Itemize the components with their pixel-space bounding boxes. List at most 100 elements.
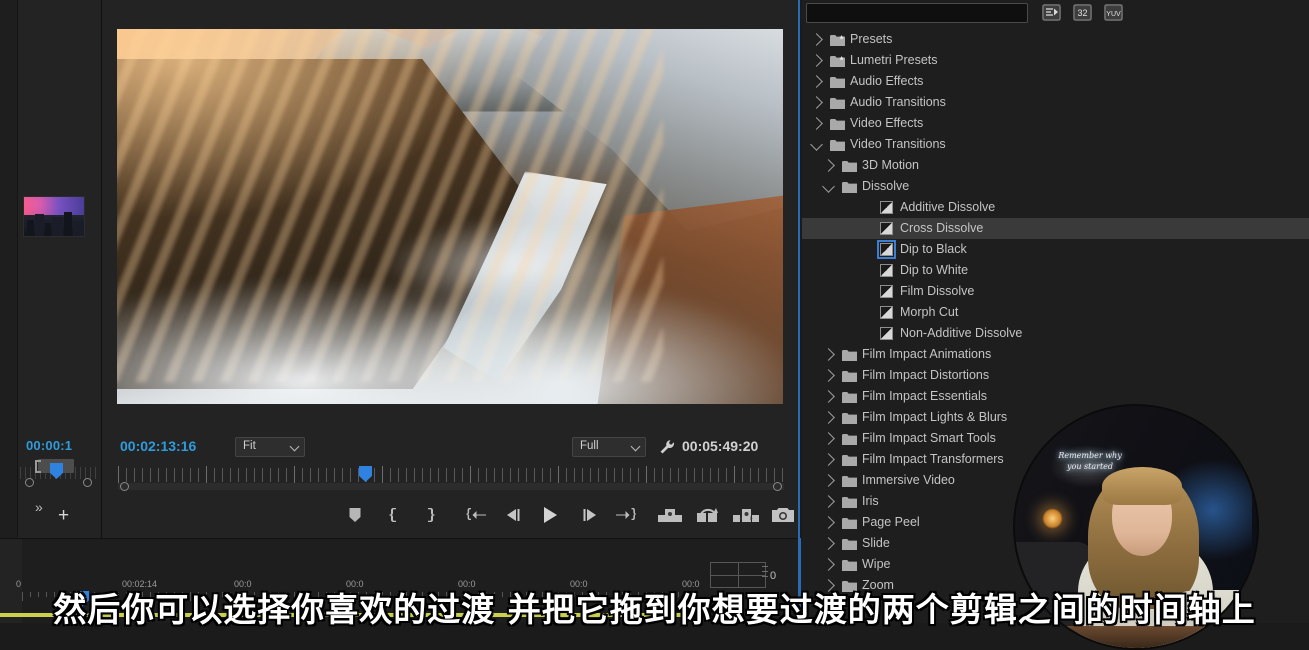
- effect-item[interactable]: Morph Cut: [802, 302, 1309, 323]
- neon-sign-text: Remember why you started: [1058, 450, 1122, 471]
- source-timecode[interactable]: 00:00:1: [26, 438, 98, 453]
- go-to-in-button[interactable]: [463, 498, 491, 532]
- folder-icon: [830, 138, 845, 151]
- wrench-icon[interactable]: [657, 437, 677, 457]
- effect-item[interactable]: Dip to White32YUV: [802, 260, 1309, 281]
- program-current-timecode[interactable]: 00:02:13:16: [120, 438, 196, 454]
- transition-effect-icon[interactable]: [880, 327, 893, 340]
- chevron-down-icon: [289, 441, 300, 452]
- effect-folder-label: Video Transitions: [850, 137, 946, 151]
- transition-effect-icon[interactable]: [880, 306, 893, 319]
- thumbnail-building: [52, 217, 63, 236]
- preview-fog-lower-right: [316, 276, 783, 404]
- effect-folder-item[interactable]: Video Transitions: [802, 134, 1309, 155]
- program-scrubber-track[interactable]: [118, 483, 784, 490]
- camera-icon[interactable]: [769, 498, 797, 532]
- chevron-right-icon[interactable]: [822, 369, 835, 382]
- effect-folder-label: Film Impact Essentials: [862, 389, 988, 403]
- effect-item-label: Dip to White: [900, 263, 969, 277]
- playback-resolution-value: Full: [580, 440, 599, 452]
- mark-in-button[interactable]: [381, 498, 409, 532]
- extract-button[interactable]: [694, 498, 722, 532]
- effect-folder-item[interactable]: Film Impact Essentials: [802, 386, 1309, 407]
- effect-folder-label: Lumetri Presets: [850, 53, 938, 67]
- effect-folder-item[interactable]: Audio Effects: [802, 71, 1309, 92]
- chevron-right-icon[interactable]: [822, 348, 835, 361]
- chevron-right-icon[interactable]: [822, 453, 835, 466]
- panel-left-edge: [0, 0, 18, 538]
- effect-folder-item[interactable]: Film Impact Distortions: [802, 365, 1309, 386]
- chevron-right-icon[interactable]: [822, 537, 835, 550]
- chevron-right-icon[interactable]: [810, 96, 823, 109]
- folder-icon: [842, 495, 857, 508]
- export-frame-button[interactable]: [732, 498, 760, 532]
- effect-item-label: Non-Additive Dissolve: [900, 326, 1023, 340]
- chevron-right-icon[interactable]: [822, 495, 835, 508]
- source-scrubber[interactable]: [20, 459, 98, 487]
- play-stop-button[interactable]: [536, 498, 564, 532]
- subtitle-caption: 然后你可以选择你喜欢的过渡 并把它拖到你想要过渡的两个剪辑之间的时间轴上: [52, 589, 1256, 630]
- program-scrubber[interactable]: [118, 465, 784, 493]
- effect-folder-item[interactable]: Lumetri Presets: [802, 50, 1309, 71]
- step-forward-button[interactable]: [575, 498, 603, 532]
- 32bit-color-filter[interactable]: 32: [1073, 4, 1092, 21]
- zoom-level-select[interactable]: Fit: [235, 437, 305, 457]
- playback-resolution-select[interactable]: Full: [572, 437, 646, 457]
- source-button-editor-add[interactable]: +: [58, 506, 69, 525]
- chevron-down-icon[interactable]: [810, 138, 823, 151]
- effect-folder-label: Audio Transitions: [850, 95, 946, 109]
- effect-folder-item[interactable]: 3D Motion: [802, 155, 1309, 176]
- effect-folder-item[interactable]: Presets: [802, 29, 1309, 50]
- effect-folder-item[interactable]: Video Effects: [802, 113, 1309, 134]
- folder-icon: [830, 33, 845, 46]
- folder-icon: [842, 432, 857, 445]
- transition-effect-icon[interactable]: [877, 240, 896, 259]
- zoom-level-value: Fit: [243, 440, 256, 452]
- search-input[interactable]: [806, 3, 1028, 23]
- effect-item[interactable]: Cross Dissolve32YUV: [802, 218, 1309, 239]
- accelerated-effect-filter[interactable]: [1042, 4, 1061, 21]
- chevron-right-icon[interactable]: [822, 474, 835, 487]
- mark-out-button[interactable]: [415, 498, 443, 532]
- transition-effect-icon[interactable]: [880, 285, 893, 298]
- chevron-down-icon[interactable]: [822, 180, 835, 193]
- source-clip-thumbnail[interactable]: [23, 196, 85, 237]
- effect-folder-item[interactable]: Audio Transitions: [802, 92, 1309, 113]
- effect-folder-item[interactable]: Dissolve: [802, 176, 1309, 197]
- effect-item[interactable]: Non-Additive Dissolve: [802, 323, 1309, 344]
- effect-folder-label: Presets: [850, 32, 893, 46]
- audio-meter-zero-label: 0: [770, 570, 777, 582]
- effect-item-label: Cross Dissolve: [900, 221, 984, 235]
- source-zoom-handle-right[interactable]: [83, 478, 92, 487]
- transition-effect-icon[interactable]: [880, 222, 893, 235]
- transition-effect-icon[interactable]: [880, 264, 893, 277]
- lift-button[interactable]: [656, 498, 684, 532]
- chevron-right-icon[interactable]: [822, 558, 835, 571]
- program-video-preview[interactable]: [117, 29, 783, 404]
- chevron-right-icon[interactable]: [822, 411, 835, 424]
- go-to-out-button[interactable]: [611, 498, 639, 532]
- chevron-right-icon[interactable]: [822, 390, 835, 403]
- chevron-right-icon[interactable]: [822, 432, 835, 445]
- effect-item[interactable]: Film Dissolve32YUV: [802, 281, 1309, 302]
- step-back-button[interactable]: [500, 498, 528, 532]
- program-zoom-handle-left[interactable]: [120, 482, 129, 491]
- source-monitor-panel: 00:00:1 » +: [0, 0, 102, 538]
- add-marker-button[interactable]: [341, 498, 369, 532]
- program-duration-timecode[interactable]: 00:05:49:20: [682, 438, 758, 454]
- effect-item[interactable]: Additive Dissolve: [802, 197, 1309, 218]
- chevron-right-icon[interactable]: [822, 159, 835, 172]
- effect-item-label: Morph Cut: [900, 305, 959, 319]
- chevron-right-icon[interactable]: [810, 75, 823, 88]
- effect-item[interactable]: Dip to Black32YUV: [802, 239, 1309, 260]
- chevron-right-icon[interactable]: [810, 33, 823, 46]
- chevron-right-icon[interactable]: [810, 54, 823, 67]
- chevron-right-icon[interactable]: [822, 516, 835, 529]
- yuv-color-filter[interactable]: YUV: [1104, 4, 1123, 21]
- source-more-button[interactable]: »: [35, 499, 43, 515]
- effect-folder-item[interactable]: Film Impact Animations: [802, 344, 1309, 365]
- program-zoom-handle-right[interactable]: [773, 482, 782, 491]
- transition-effect-icon[interactable]: [880, 201, 893, 214]
- chevron-right-icon[interactable]: [810, 117, 823, 130]
- source-zoom-handle-left[interactable]: [25, 478, 34, 487]
